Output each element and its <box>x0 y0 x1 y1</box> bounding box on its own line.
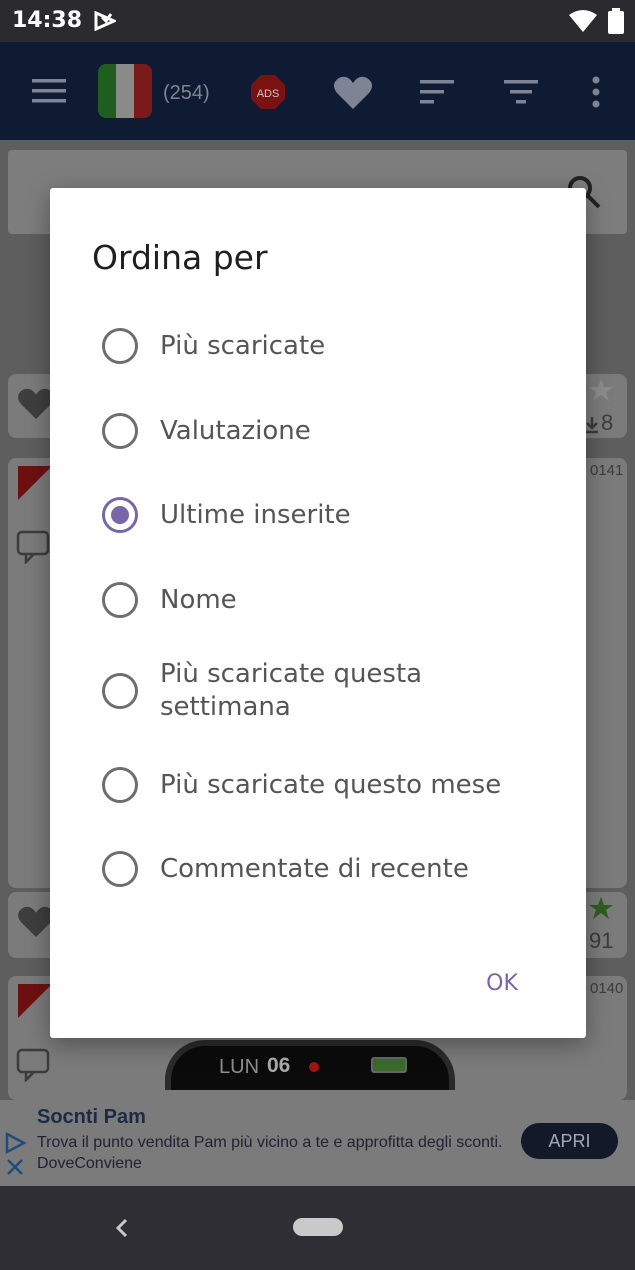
radio-button[interactable] <box>102 582 138 618</box>
star-icon <box>589 379 613 401</box>
heart-icon[interactable] <box>334 76 372 110</box>
sort-option-week[interactable]: Più scaricate questa settimana <box>90 658 560 724</box>
option-label: Valutazione <box>160 415 311 446</box>
home-icon[interactable] <box>293 1218 343 1236</box>
watch-indicator-dot <box>309 1062 319 1072</box>
sort-option-most-downloaded[interactable]: Più scaricate <box>90 328 560 364</box>
option-label: Commentate di recente <box>160 853 469 884</box>
battery-icon <box>608 8 624 34</box>
download-count: 8 <box>601 410 614 435</box>
dialog-title: Ordina per <box>92 238 268 277</box>
sort-dialog: Ordina per Più scaricate Valutazione Ult… <box>50 188 586 1038</box>
option-label: Più scaricate questo mese <box>160 769 502 800</box>
option-label: Nome <box>160 584 237 615</box>
app-bar: (254) ADS <box>0 42 635 140</box>
ok-button[interactable]: OK <box>470 966 534 1000</box>
new-badge-icon <box>18 984 52 1018</box>
adchoices-icon[interactable] <box>4 1132 26 1154</box>
status-bar: 14:38 <box>0 0 635 42</box>
sort-option-month[interactable]: Più scaricate questo mese <box>90 767 560 803</box>
star-icon <box>589 897 613 919</box>
italy-flag-icon[interactable] <box>98 64 152 118</box>
filter-icon[interactable] <box>504 80 538 104</box>
option-label: Ultime inserite <box>160 499 351 530</box>
ad-description[interactable]: Trova il punto vendita Pam più vicino a … <box>37 1132 507 1174</box>
wifi-icon <box>569 10 597 32</box>
option-label: Più scaricate questa settimana <box>160 659 423 722</box>
comment-icon[interactable] <box>16 1048 50 1082</box>
download-count: 91 <box>589 928 614 953</box>
back-icon[interactable] <box>110 1214 134 1242</box>
item-id: 0140 <box>590 980 624 997</box>
ad-banner[interactable]: Socnti Pam Trova il punto vendita Pam pi… <box>0 1100 635 1186</box>
radio-button-selected[interactable] <box>102 497 138 533</box>
radio-button[interactable] <box>102 413 138 449</box>
download-icon <box>586 417 598 434</box>
watch-face-preview: LUN 06 <box>165 1040 455 1090</box>
sort-icon[interactable] <box>420 80 454 104</box>
close-icon[interactable] <box>6 1158 24 1176</box>
heart-icon[interactable] <box>18 906 54 938</box>
more-vert-icon[interactable] <box>590 76 602 108</box>
item-count: (254) <box>163 82 210 104</box>
new-badge-icon <box>18 466 52 500</box>
item-id: 0141 <box>590 462 624 479</box>
watch-day: LUN <box>219 1056 260 1078</box>
sort-option-recent-comments[interactable]: Commentate di recente <box>90 851 560 887</box>
radio-button[interactable] <box>102 328 138 364</box>
navigation-bar <box>0 1186 635 1270</box>
watch-date: 06 <box>267 1054 291 1077</box>
radio-button[interactable] <box>102 673 138 709</box>
notification-icon <box>94 11 116 31</box>
comment-icon[interactable] <box>16 530 50 564</box>
sort-option-latest[interactable]: Ultime inserite <box>90 497 560 533</box>
radio-button[interactable] <box>102 767 138 803</box>
menu-icon[interactable] <box>32 79 66 103</box>
ads-block-icon[interactable]: ADS <box>250 74 286 110</box>
watch-battery-icon <box>371 1057 407 1073</box>
heart-icon[interactable] <box>18 388 54 420</box>
sort-option-name[interactable]: Nome <box>90 582 560 618</box>
ad-title[interactable]: Socnti Pam <box>37 1106 146 1129</box>
option-label: Più scaricate <box>160 330 326 361</box>
ads-block-label: ADS <box>257 88 280 100</box>
ad-open-button[interactable]: APRI <box>521 1123 618 1159</box>
status-time: 14:38 <box>12 8 83 33</box>
radio-button[interactable] <box>102 851 138 887</box>
sort-option-rating[interactable]: Valutazione <box>90 413 560 449</box>
